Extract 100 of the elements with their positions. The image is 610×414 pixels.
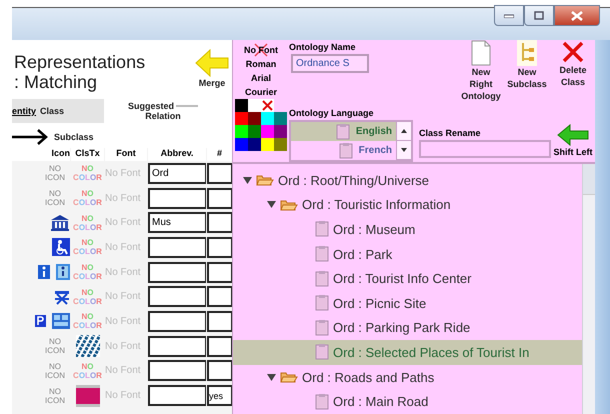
color-swatch[interactable]	[274, 138, 287, 151]
color-swatch[interactable]	[235, 99, 248, 112]
count-field[interactable]	[207, 262, 232, 283]
toolbar-button[interactable]: New Subclass	[507, 40, 547, 90]
color-swatch[interactable]	[248, 99, 261, 112]
toolbar-button[interactable]: New Right Ontology	[461, 40, 501, 102]
color-swatch[interactable]	[235, 125, 248, 138]
tree-item[interactable]: Ord : Picnic Site	[233, 290, 582, 316]
color-swatch[interactable]	[261, 138, 274, 151]
expand-toggle-icon[interactable]	[267, 372, 276, 382]
language-item[interactable]: French	[291, 141, 396, 160]
color-swatch[interactable]	[261, 125, 274, 138]
class-rename-field[interactable]	[419, 140, 551, 158]
document-icon	[315, 295, 329, 312]
count-field[interactable]: yes	[207, 385, 232, 406]
scroll-up-button[interactable]	[397, 122, 411, 141]
close-icon	[571, 10, 583, 20]
column-header: Abbrev.	[148, 148, 206, 161]
abbrev-field[interactable]	[148, 310, 206, 332]
font-option[interactable]: Arial	[250, 71, 271, 85]
toolbar-button[interactable]: Delete Class	[553, 40, 593, 88]
count-field[interactable]	[207, 188, 232, 209]
scroll-down-button[interactable]	[397, 141, 411, 160]
count-field[interactable]	[207, 162, 232, 184]
font-text: No Font	[105, 365, 141, 376]
count-field[interactable]	[207, 360, 232, 382]
shift-left-button[interactable]: Shift Left	[553, 124, 593, 158]
color-swatch[interactable]	[235, 138, 248, 151]
info-icon	[56, 264, 70, 280]
expand-toggle-icon[interactable]	[243, 176, 252, 185]
down-arrow-icon	[401, 148, 407, 152]
color-swatch[interactable]	[261, 112, 274, 125]
color-swatch[interactable]	[235, 112, 248, 125]
abbrev-field[interactable]: Mus	[148, 212, 206, 234]
no-color-text: NO COLOR	[72, 214, 103, 232]
font-text: No Font	[105, 242, 141, 253]
font-option[interactable]: Roman	[246, 57, 276, 71]
page-icon	[471, 40, 491, 66]
ontology-name-field[interactable]: Ordnance S	[291, 54, 369, 73]
no-color-text: NO COLOR	[72, 189, 103, 208]
tree-item[interactable]: Ord : Selected Places of Tourist In	[233, 340, 582, 365]
abbrev-field[interactable]	[148, 236, 206, 258]
parking-icon	[35, 315, 46, 328]
abbrev-field[interactable]	[148, 262, 206, 283]
no-icon-text: NO ICON	[44, 337, 66, 356]
subclass-arrow-icon	[12, 128, 50, 146]
font-text: No Font	[105, 168, 141, 179]
no-color-text: NO COLOR	[72, 362, 103, 380]
language-item[interactable]: English	[291, 122, 396, 141]
font-text: No Font	[105, 316, 141, 327]
left-arrow-icon	[557, 124, 589, 146]
bus-icon	[52, 313, 70, 330]
color-swatch[interactable]	[248, 138, 261, 151]
count-field[interactable]	[207, 286, 232, 308]
abbrev-field[interactable]	[148, 336, 206, 357]
folder-icon	[256, 174, 274, 186]
no-color-swatch[interactable]	[261, 99, 274, 112]
font-text: No Font	[105, 192, 141, 204]
no-icon-text: NO ICON	[44, 362, 66, 380]
tree-item[interactable]: Ord : Museum	[233, 217, 582, 242]
color-swatch[interactable]	[274, 112, 287, 125]
tree-item[interactable]: Ord : Roads and Paths	[233, 364, 582, 390]
tree-item[interactable]: Ord : Parking Park Ride	[233, 316, 582, 340]
count-field[interactable]	[207, 336, 232, 357]
font-option[interactable]: Courier	[244, 85, 277, 99]
scrollbar[interactable]	[582, 164, 595, 414]
tree-item[interactable]: Ord : Main Road	[233, 389, 582, 414]
color-swatch[interactable]	[248, 125, 261, 138]
color-swatch[interactable]	[274, 125, 287, 138]
delete-icon	[561, 40, 585, 64]
count-field[interactable]	[207, 236, 232, 258]
abbrev-field[interactable]	[148, 286, 206, 308]
museum-icon	[50, 214, 70, 232]
tree-item[interactable]: Ord : Touristic Information	[233, 192, 582, 218]
tree-item[interactable]: Ord : Root/Thing/Universe	[233, 168, 582, 193]
document-icon	[315, 246, 329, 262]
legend-label: Relation	[145, 111, 181, 121]
column-header: #	[207, 148, 232, 161]
abbrev-field[interactable]	[148, 385, 206, 406]
page-title: : Matching	[14, 72, 98, 92]
field-label: Ontology Name	[289, 42, 357, 52]
count-field[interactable]	[207, 310, 232, 332]
document-icon	[315, 344, 329, 360]
count-field[interactable]	[207, 212, 232, 234]
font-text: No Font	[105, 217, 141, 228]
close-button[interactable]	[554, 5, 600, 26]
abbrev-field[interactable]	[148, 188, 206, 209]
abbrev-field[interactable]	[148, 360, 206, 382]
minimize-button[interactable]	[494, 5, 524, 26]
expand-toggle-icon[interactable]	[267, 200, 276, 210]
tree-item[interactable]: Ord : Tourist Info Center	[233, 266, 582, 291]
legend-label: entity	[12, 106, 36, 116]
tree-item[interactable]: Ord : Park	[233, 242, 582, 266]
maximize-button[interactable]	[524, 5, 554, 26]
font-text: No Font	[105, 266, 141, 278]
color-swatch[interactable]	[248, 112, 261, 125]
column-header: ClsTx	[71, 148, 104, 161]
up-arrow-icon	[401, 129, 407, 133]
abbrev-field[interactable]: Ord	[148, 162, 206, 184]
merge-label[interactable]: Merge	[198, 78, 226, 88]
